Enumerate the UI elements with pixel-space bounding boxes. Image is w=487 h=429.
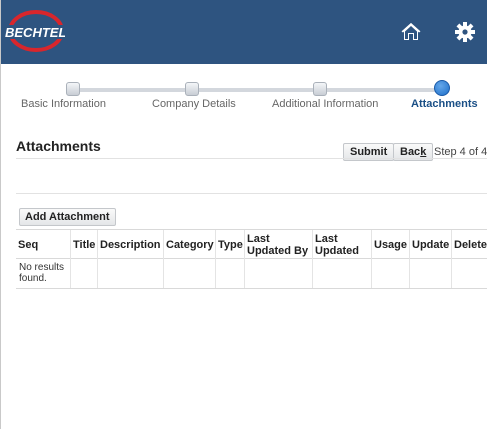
- table-cell-title: [70, 259, 97, 288]
- column-header-category[interactable]: Category: [163, 230, 215, 260]
- table-header-row: Seq Title Description Category Type Last…: [16, 229, 487, 260]
- table-cell-usage: [371, 259, 409, 288]
- column-header-delete: Delete: [451, 230, 487, 260]
- svg-text:BECHTEL: BECHTEL: [5, 25, 65, 40]
- train-node-attachments: [434, 80, 450, 96]
- train-track: [73, 88, 443, 92]
- step-indicator: Step 4 of 4: [434, 146, 487, 158]
- column-header-last-updated[interactable]: Last Updated: [312, 230, 371, 260]
- submit-button-label: Submit: [350, 146, 388, 158]
- empty-results-message: No results found.: [19, 262, 65, 284]
- table-cell-last-updated: [312, 259, 371, 288]
- column-header-usage: Usage: [371, 230, 409, 260]
- column-header-type[interactable]: Type: [215, 230, 244, 260]
- column-header-update: Update: [409, 230, 451, 260]
- table-cell-delete: [451, 259, 487, 288]
- title-divider: [16, 158, 487, 159]
- column-header-title[interactable]: Title: [70, 230, 97, 260]
- column-header-seq[interactable]: Seq: [16, 230, 70, 260]
- train-label-attachments: Attachments: [411, 98, 478, 110]
- table-cell-update: [409, 259, 451, 288]
- train-label-company-details[interactable]: Company Details: [152, 98, 236, 110]
- train-node-company-details[interactable]: [185, 82, 199, 96]
- back-button-label: Back: [400, 146, 427, 158]
- process-train: Basic Information Company Details Additi…: [1, 78, 487, 118]
- table-row: No results found.: [16, 259, 487, 289]
- page-title: Attachments: [16, 138, 101, 154]
- table-cell-type: [215, 259, 244, 288]
- train-label-basic-information[interactable]: Basic Information: [21, 98, 106, 110]
- train-node-additional-information[interactable]: [313, 82, 327, 96]
- add-attachment-button[interactable]: Add Attachment: [19, 208, 116, 226]
- page-frame: BECHTEL Basic Information Company Detail…: [0, 0, 487, 429]
- bechtel-logo: BECHTEL: [3, 10, 65, 52]
- add-attachment-button-label: Add Attachment: [25, 211, 110, 223]
- app-header: BECHTEL: [1, 0, 487, 64]
- table-cell-last-updated-by: [244, 259, 312, 288]
- table-cell-category: [163, 259, 215, 288]
- table-cell-seq: No results found.: [16, 259, 70, 288]
- train-label-additional-information[interactable]: Additional Information: [272, 98, 378, 110]
- section-divider: [16, 193, 487, 194]
- gear-icon[interactable]: [451, 18, 479, 46]
- column-header-last-updated-by[interactable]: Last Updated By: [244, 230, 312, 260]
- home-icon[interactable]: [397, 18, 425, 46]
- table-cell-description: [97, 259, 163, 288]
- train-node-basic-information[interactable]: [66, 82, 80, 96]
- column-header-description[interactable]: Description: [97, 230, 163, 260]
